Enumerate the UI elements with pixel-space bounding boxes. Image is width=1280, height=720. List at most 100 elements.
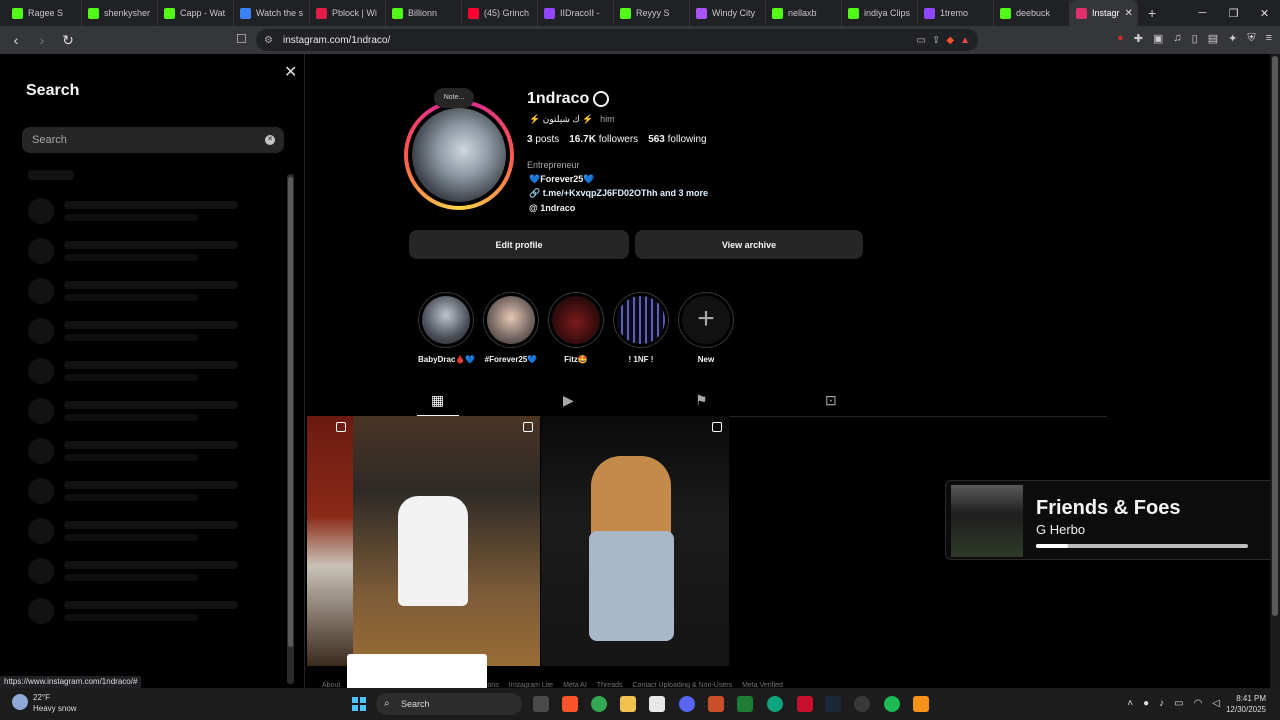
view-archive-button[interactable]: View archive	[635, 230, 863, 259]
chatgpt-icon[interactable]	[767, 696, 783, 712]
browser-tab[interactable]: Windy City	[690, 0, 766, 26]
page-scrollbar[interactable]	[1270, 54, 1280, 688]
browser-tab[interactable]: Ragee S	[6, 0, 82, 26]
taskbar-clock[interactable]: 8:41 PM 12/30/2025	[1226, 693, 1266, 715]
site-settings-icon[interactable]: ⚙	[264, 35, 273, 46]
highlight-forever25[interactable]: #Forever25💙	[483, 292, 539, 364]
search-icon: ⌕	[384, 698, 390, 709]
file-explorer-icon[interactable]	[620, 696, 636, 712]
app-icon[interactable]	[708, 696, 724, 712]
highlight-1nf[interactable]: ! 1NF !	[613, 292, 669, 364]
network-icon[interactable]: ▭	[1174, 698, 1183, 709]
note-bubble[interactable]: Note...	[434, 88, 474, 108]
page-scrollbar-thumb[interactable]	[1272, 56, 1278, 616]
settings-gear-icon[interactable]	[593, 91, 609, 107]
music-icon[interactable]: ♫	[1173, 32, 1181, 45]
windows-start-icon[interactable]	[352, 697, 366, 711]
task-view-icon[interactable]	[533, 696, 549, 712]
browser-tab-label: shenkysher	[104, 8, 151, 18]
volume-icon[interactable]: ◁	[1212, 698, 1220, 709]
minimize-icon[interactable]: ─	[1187, 7, 1218, 19]
rewards-icon[interactable]: ▲	[960, 35, 970, 46]
sidebar-icon[interactable]: ▯	[1192, 32, 1198, 45]
new-tab-icon[interactable]: +	[1148, 5, 1156, 21]
post-thumbnail[interactable]	[307, 416, 353, 666]
close-window-icon[interactable]: ✕	[1249, 7, 1280, 20]
browser-tab[interactable]: 1tremo	[918, 0, 994, 26]
browser-tab[interactable]: Pblock | Wi	[310, 0, 386, 26]
following-count[interactable]: 563 following	[648, 134, 706, 145]
taskbar-search[interactable]: ⌕ Search	[376, 693, 522, 715]
close-tab-icon[interactable]: ✕	[1125, 8, 1133, 19]
store-icon[interactable]	[649, 696, 665, 712]
highlight-babydrac[interactable]: BabyDrac🩸💙	[418, 292, 475, 364]
browser-tab[interactable]: IIDracoII -	[538, 0, 614, 26]
search-scrollbar[interactable]	[287, 174, 294, 684]
loading-skeleton-row	[28, 318, 248, 346]
clear-search-icon[interactable]: ✕	[265, 135, 275, 145]
browser-tab[interactable]: deebuck	[994, 0, 1070, 26]
search-input[interactable]: Search ✕	[22, 127, 284, 153]
chrome-icon[interactable]	[591, 696, 607, 712]
steam-icon[interactable]	[825, 696, 841, 712]
forward-icon[interactable]: ›	[32, 32, 52, 48]
mic-icon[interactable]: ♪	[1159, 698, 1164, 709]
browser-tab[interactable]: Capp - Wat	[158, 0, 234, 26]
browser-tab[interactable]: Watch the s	[234, 0, 310, 26]
browser-tab[interactable]: nellaxb	[766, 0, 842, 26]
browser-tab[interactable]: (45) Grinch	[462, 0, 538, 26]
app-icon[interactable]	[797, 696, 813, 712]
url-field[interactable]: ⚙ instagram.com/1ndraco/ ▭ ⇪ ◆ ▲	[256, 29, 978, 51]
tray-overflow-icon[interactable]: ˄	[1127, 698, 1133, 709]
close-icon[interactable]: ✕	[284, 62, 297, 82]
post-thumbnail[interactable]	[541, 416, 729, 666]
post-thumbnail[interactable]	[353, 416, 540, 666]
4k-app-icon[interactable]	[854, 696, 870, 712]
browser-tab[interactable]: Billionn	[386, 0, 462, 26]
wallet-icon[interactable]: ▤	[1208, 32, 1218, 45]
discord-icon[interactable]	[679, 696, 695, 712]
browser-tab-active[interactable]: Instagr ✕	[1070, 0, 1138, 26]
leo-icon[interactable]: ✦	[1228, 32, 1237, 45]
reload-icon[interactable]: ↻	[58, 32, 78, 49]
tab-saved-icon[interactable]: ⚑	[695, 392, 708, 409]
tab-reels-icon[interactable]: ▶	[563, 392, 574, 409]
kick-icon	[88, 7, 99, 19]
brave-icon[interactable]	[562, 696, 578, 712]
kick-icon	[1000, 7, 1011, 19]
bookmark-icon[interactable]: ☐	[236, 32, 247, 46]
highlight-new[interactable]: + New	[678, 292, 734, 364]
threads-link[interactable]: @ 1ndraco	[529, 203, 575, 213]
song-title: Friends & Foes	[1036, 497, 1181, 519]
vpn-icon[interactable]: ⛨	[1247, 32, 1255, 45]
browser-tab[interactable]: Reyyy S	[614, 0, 690, 26]
browser-tab[interactable]: shenkysher	[82, 0, 158, 26]
followers-count[interactable]: 16.7K followers	[569, 134, 638, 145]
brave-shield-icon[interactable]: ◆	[946, 35, 954, 46]
profile-avatar[interactable]	[404, 100, 514, 210]
excel-icon[interactable]	[737, 696, 753, 712]
bio-link[interactable]: 🔗 t.me/+KxvqpZJ6FD02OThh and 3 more	[529, 188, 708, 199]
tab-posts-grid-icon[interactable]: ▦	[431, 392, 444, 409]
tray-app-icon[interactable]: ●	[1143, 698, 1149, 709]
app-icon[interactable]	[913, 696, 929, 712]
edit-profile-button[interactable]: Edit profile	[409, 230, 629, 259]
twitch-icon	[924, 7, 935, 19]
threads-icon: @	[529, 203, 538, 213]
back-icon[interactable]: ‹	[6, 32, 26, 48]
spotify-icon[interactable]	[884, 696, 900, 712]
highlight-fitz[interactable]: Fitz🤩	[548, 292, 604, 364]
music-mini-player[interactable]: Friends & Foes G Herbo	[945, 480, 1280, 560]
maximize-icon[interactable]: ❐	[1218, 7, 1249, 20]
browser-tab[interactable]: indiya Clips	[842, 0, 918, 26]
wifi-icon[interactable]: ◠	[1194, 698, 1203, 709]
menu-icon[interactable]: ≡	[1266, 32, 1272, 45]
cast-icon[interactable]: ▭	[917, 35, 926, 46]
tab-tagged-icon[interactable]: ⊡	[825, 392, 837, 409]
search-scrollbar-thumb[interactable]	[288, 177, 293, 647]
puzzle-icon[interactable]: ✚	[1134, 32, 1143, 45]
ublock-icon[interactable]: ●	[1117, 32, 1124, 45]
song-progress-bar[interactable]	[1036, 544, 1248, 548]
capture-icon[interactable]: ▣	[1153, 32, 1163, 45]
share-icon[interactable]: ⇪	[932, 35, 940, 46]
